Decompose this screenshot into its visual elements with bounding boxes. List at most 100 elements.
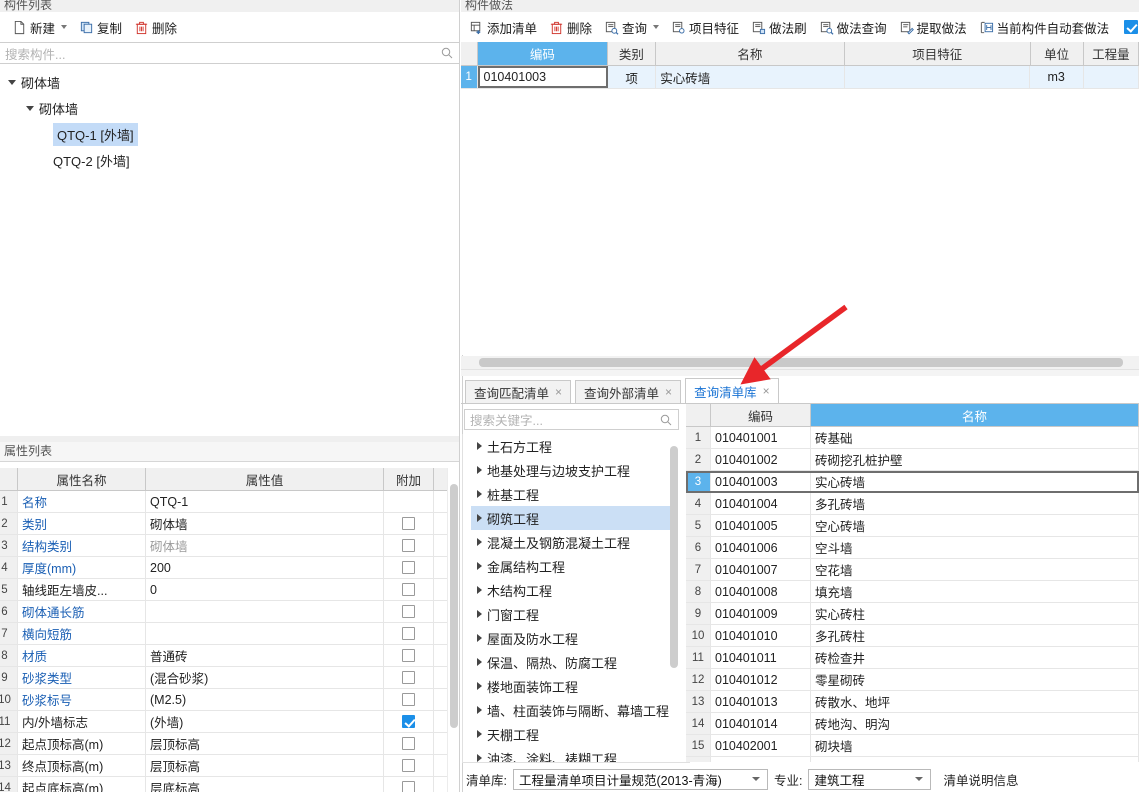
property-row[interactable]: 5 轴线距左墙皮... 0 — [0, 579, 447, 601]
category-tree-item[interactable]: 金属结构工程 — [471, 554, 675, 578]
property-value-cell[interactable]: 砌体墙 — [146, 535, 384, 556]
toolbar-button-add-list[interactable]: 添加清单 — [463, 16, 543, 38]
method-column-header[interactable]: 单位 — [1031, 42, 1084, 65]
property-attach-checkbox[interactable] — [402, 693, 415, 706]
quota-name-cell[interactable]: 砖散水、地坪 — [811, 691, 1139, 712]
quota-item-grid[interactable]: 编码 名称 1 010401001 砖基础 2 010401002 砖砌挖孔桩护壁 3 01040… — [686, 404, 1139, 762]
category-tree-scrollbar[interactable] — [668, 436, 680, 760]
quota-row[interactable]: 3 010401003 实心砖墙 — [686, 471, 1139, 493]
property-attach-cell[interactable] — [384, 535, 434, 556]
quota-code-cell[interactable]: 010401006 — [711, 537, 811, 558]
quota-row[interactable]: 6 010401006 空斗墙 — [686, 537, 1139, 559]
property-row[interactable]: 12起点顶标高(m)层顶标高 — [0, 733, 447, 755]
toolbar-button-query[interactable]: 查询 — [598, 16, 665, 38]
toolbar-button-method-brush[interactable]: 做法刷 — [745, 16, 813, 38]
quota-name-cell[interactable]: 多孔砖柱 — [811, 625, 1139, 646]
property-row[interactable]: 1 名称 QTQ-1 — [0, 491, 447, 513]
quota-name-cell[interactable]: 零星砌砖 — [811, 669, 1139, 690]
quota-code-cell[interactable]: 010401001 — [711, 427, 811, 448]
property-value-cell[interactable]: QTQ-1 — [146, 491, 384, 512]
property-attach-checkbox[interactable] — [402, 561, 415, 574]
quota-row[interactable]: 12 010401012 零星砌砖 — [686, 669, 1139, 691]
property-grid[interactable]: 属性名称 属性值 附加 1 名称 QTQ-1 2 类别 砌体墙 3 结构类别 砌体墙 4 厚度(mm) 20… — [0, 468, 447, 792]
method-column-header[interactable]: 项目特征 — [845, 42, 1031, 65]
category-tree[interactable]: 土石方工程 地基处理与边坡支护工程 桩基工程 砌筑工程 混凝土及钢筋混凝土工程 金属结构工… — [462, 434, 690, 763]
property-value-cell[interactable]: 普通砖 — [146, 645, 384, 666]
chevron-right-icon[interactable] — [477, 442, 482, 450]
quota-column-header[interactable]: 名称 — [811, 404, 1139, 426]
quota-code-cell[interactable]: 010401009 — [711, 603, 811, 624]
method-category-cell[interactable]: 项 — [608, 66, 657, 88]
property-row[interactable]: 6 砌体通长筋 — [0, 601, 447, 623]
property-attach-cell[interactable] — [384, 513, 434, 534]
quota-row[interactable]: 2 010401002 砖砌挖孔桩护壁 — [686, 449, 1139, 471]
chevron-right-icon[interactable] — [477, 634, 482, 642]
category-tree-item[interactable]: 屋面及防水工程 — [471, 626, 675, 650]
query-tab[interactable]: 查询外部清单 × — [575, 380, 682, 404]
property-value-cell[interactable] — [146, 601, 384, 622]
quota-column-header[interactable]: 编码 — [711, 404, 811, 426]
property-row[interactable]: 3 结构类别 砌体墙 — [0, 535, 447, 557]
keyword-search-input[interactable]: 搜索关键字... — [464, 409, 679, 430]
component-method-hscrollbar[interactable] — [461, 356, 1139, 369]
quota-code-cell[interactable]: 010401013 — [711, 691, 811, 712]
chevron-right-icon[interactable] — [477, 610, 482, 618]
property-name-cell[interactable]: 终点顶标高(m) — [18, 755, 146, 776]
quota-name-cell[interactable]: 空斗墙 — [811, 537, 1139, 558]
method-column-header[interactable]: 工程量 — [1084, 42, 1139, 65]
method-name-cell[interactable]: 实心砖墙 — [656, 66, 845, 88]
chevron-right-icon[interactable] — [477, 466, 482, 474]
quota-name-cell[interactable]: 实心砖墙 — [811, 471, 1139, 492]
chevron-down-icon[interactable] — [653, 25, 660, 29]
method-feature-cell[interactable] — [844, 66, 1030, 88]
property-row[interactable]: 10砂浆标号(M2.5) — [0, 689, 447, 711]
chevron-right-icon[interactable] — [477, 658, 482, 666]
chevron-right-icon[interactable] — [477, 514, 482, 522]
chevron-right-icon[interactable] — [477, 754, 482, 762]
property-name-cell[interactable]: 起点顶标高(m) — [18, 733, 146, 754]
method-code-cell[interactable]: 010401003 — [477, 66, 609, 88]
close-icon[interactable]: × — [555, 385, 562, 399]
property-name-cell[interactable]: 砂浆类型 — [18, 667, 146, 688]
property-value-cell[interactable]: (M2.5) — [146, 689, 384, 710]
toolbar-button-trash[interactable]: 删除 — [128, 16, 183, 38]
chevron-right-icon[interactable] — [477, 538, 482, 546]
property-value-cell[interactable]: 200 — [146, 557, 384, 578]
category-tree-item[interactable]: 油漆、涂料、裱糊工程 — [471, 746, 675, 762]
quota-row[interactable]: 7 010401007 空花墙 — [686, 559, 1139, 581]
query-tab[interactable]: 查询清单库 × — [685, 378, 779, 404]
quota-code-cell[interactable]: 010401012 — [711, 669, 811, 690]
property-attach-checkbox[interactable] — [402, 649, 415, 662]
property-name-cell[interactable]: 横向短筋 — [18, 623, 146, 644]
chevron-down-icon[interactable] — [26, 105, 34, 111]
property-attach-cell[interactable] — [384, 601, 434, 622]
chevron-right-icon[interactable] — [477, 730, 482, 738]
property-row[interactable]: 8 材质 普通砖 — [0, 645, 447, 667]
quota-row[interactable]: 15 010402001 砌块墙 — [686, 735, 1139, 757]
property-attach-checkbox[interactable] — [402, 627, 415, 640]
quota-row[interactable]: 9 010401009 实心砖柱 — [686, 603, 1139, 625]
method-column-header[interactable]: 类别 — [608, 42, 656, 65]
quota-name-cell[interactable]: 砖检查井 — [811, 647, 1139, 668]
method-qty-cell[interactable] — [1083, 66, 1139, 88]
chevron-down-icon[interactable] — [61, 25, 68, 29]
property-value-cell[interactable]: 层顶标高 — [146, 733, 384, 754]
method-unit-cell[interactable]: m3 — [1029, 66, 1084, 88]
property-attach-cell[interactable] — [384, 557, 434, 578]
property-value-cell[interactable] — [146, 623, 384, 644]
component-tree-item[interactable]: 砌体墙 — [0, 69, 459, 95]
method-column-header[interactable]: 名称 — [656, 42, 846, 65]
quota-name-cell[interactable]: 砖砌挖孔桩护壁 — [811, 449, 1139, 470]
property-name-cell[interactable]: 起点底标高(m) — [18, 777, 146, 792]
category-tree-item[interactable]: 保温、隔热、防腐工程 — [471, 650, 675, 674]
quota-name-cell[interactable]: 填充墙 — [811, 581, 1139, 602]
property-attach-cell[interactable] — [384, 645, 434, 666]
quota-name-cell[interactable]: 砖基础 — [811, 427, 1139, 448]
chevron-right-icon[interactable] — [477, 562, 482, 570]
quota-name-cell[interactable]: 砖地沟、明沟 — [811, 713, 1139, 734]
quota-row[interactable]: 11 010401011 砖检查井 — [686, 647, 1139, 669]
property-column-header[interactable]: 属性名称 — [18, 468, 146, 490]
toolbar-button-method-query[interactable]: 做法查询 — [813, 16, 893, 38]
property-name-cell[interactable]: 结构类别 — [18, 535, 146, 556]
category-tree-item[interactable]: 天棚工程 — [471, 722, 675, 746]
